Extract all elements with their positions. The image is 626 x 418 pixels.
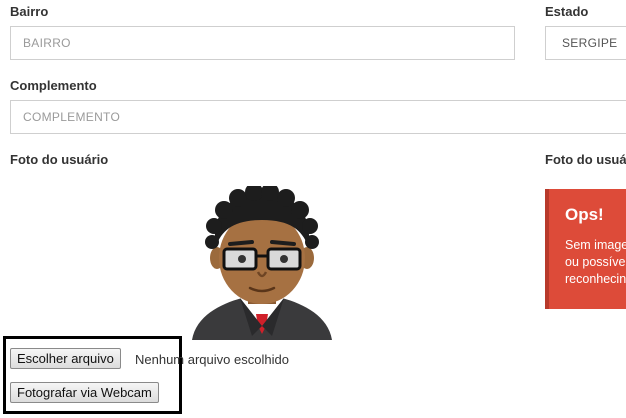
estado-select[interactable]: SERGIPE	[545, 26, 626, 60]
user-photo-label: Foto do usuário	[10, 152, 109, 167]
complemento-label: Complemento	[10, 78, 97, 93]
user-photo-label-right: Foto do usuá	[545, 152, 626, 167]
complemento-input[interactable]: COMPLEMENTO	[10, 100, 626, 134]
choose-file-button[interactable]: Escolher arquivo	[10, 348, 121, 369]
bairro-label: Bairro	[10, 4, 49, 19]
estado-label: Estado	[545, 4, 589, 19]
error-alert: Ops! Sem image ou possíve reconhecin	[545, 189, 626, 309]
alert-title: Ops!	[565, 205, 604, 224]
alert-line-3: reconhecin	[565, 272, 626, 286]
bairro-input[interactable]: BAIRRO	[10, 26, 515, 60]
user-avatar-image	[192, 186, 332, 340]
alert-line-1: Sem image	[565, 238, 626, 252]
alert-line-2: ou possíve	[565, 255, 626, 269]
no-file-chosen-text: Nenhum arquivo escolhido	[135, 352, 289, 367]
webcam-capture-button[interactable]: Fotografar via Webcam	[10, 382, 159, 403]
